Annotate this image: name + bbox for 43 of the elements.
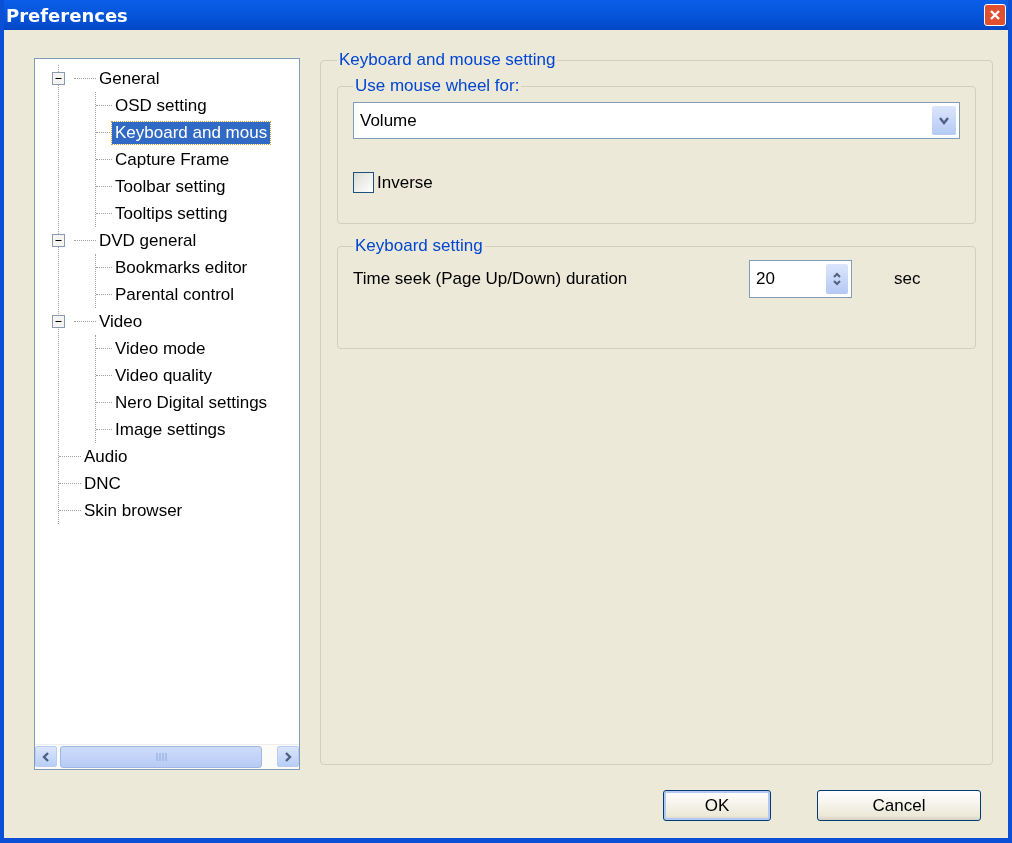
grip-icon xyxy=(155,751,167,762)
tree-item[interactable]: Audio xyxy=(81,445,131,468)
scroll-right-button[interactable] xyxy=(277,746,299,767)
close-icon xyxy=(989,9,1001,21)
tree-item[interactable]: Bookmarks editor xyxy=(112,256,251,279)
tree-item[interactable]: Video quality xyxy=(112,364,216,387)
tree-item[interactable]: Video xyxy=(96,310,146,333)
collapse-icon[interactable] xyxy=(51,71,66,86)
dropdown[interactable]: Volume xyxy=(353,102,960,139)
tree-item[interactable]: General xyxy=(96,67,163,90)
tree-item[interactable]: Parental control xyxy=(112,283,238,306)
collapse-icon[interactable] xyxy=(51,233,66,248)
group-title: Use mouse wheel for: xyxy=(354,76,521,96)
tree-item[interactable]: DVD general xyxy=(96,229,200,252)
tree-item[interactable]: Video mode xyxy=(112,337,209,360)
tree-item[interactable]: Tooltips setting xyxy=(112,202,231,225)
collapse-icon[interactable] xyxy=(51,314,66,329)
close-button[interactable] xyxy=(984,4,1006,26)
tree-item[interactable]: Nero Digital settings xyxy=(112,391,271,414)
window-title: Preferences xyxy=(6,4,128,26)
group-title: Keyboard setting xyxy=(354,236,484,256)
checkbox[interactable] xyxy=(353,172,374,193)
field-label: Time seek (Page Up/Down) duration xyxy=(353,269,629,289)
tree-item[interactable]: Skin browser xyxy=(81,499,186,522)
chevron-left-icon xyxy=(41,750,51,763)
scroll-thumb[interactable] xyxy=(60,745,262,768)
chevron-right-icon xyxy=(283,750,293,763)
horizontal-scrollbar[interactable] xyxy=(35,744,299,769)
unit-label: sec xyxy=(894,269,921,289)
spin-arrows-icon[interactable] xyxy=(832,271,842,287)
tree-item[interactable]: Capture Frame xyxy=(112,148,233,171)
group-title: Keyboard and mouse setting xyxy=(338,50,557,70)
chevron-down-icon xyxy=(938,115,950,126)
tree-item[interactable]: OSD setting xyxy=(112,94,210,117)
scroll-left-button[interactable] xyxy=(35,746,57,767)
spin-field[interactable]: 20 xyxy=(749,260,852,298)
tree-item[interactable]: Toolbar setting xyxy=(112,175,229,198)
cancel-button[interactable]: Cancel xyxy=(817,790,981,821)
tree-item[interactable]: Image settings xyxy=(112,418,229,441)
tree-item[interactable]: DNC xyxy=(81,472,124,495)
tree-item[interactable]: Keyboard and mous xyxy=(112,121,271,144)
checkbox-label: Inverse xyxy=(377,172,433,193)
ok-button[interactable]: OK xyxy=(663,790,771,821)
